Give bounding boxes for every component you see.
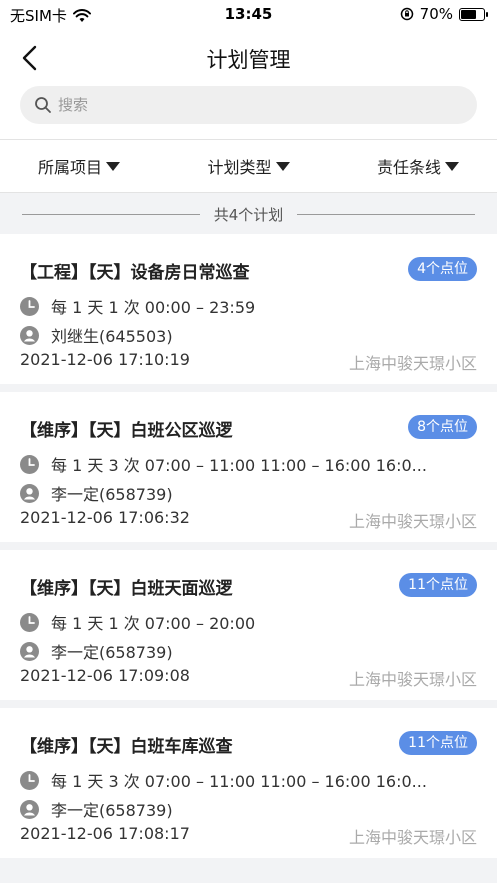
search-icon [35, 97, 51, 113]
person-icon [20, 483, 39, 503]
plan-frequency-row: 每 1 天 1 次 00:00 – 23:59 [20, 294, 480, 318]
plan-list: 【工程】【天】设备房日常巡查 4个点位 每 1 天 1 次 00:00 – 23… [0, 234, 497, 866]
plan-name: 【维序】【天】白班天面巡逻 [20, 579, 233, 599]
point-count-badge: 8个点位 [408, 415, 477, 439]
filter-bar: 所属项目 计划类型 责任条线 [0, 140, 497, 193]
plan-frequency: 每 1 天 1 次 00:00 – 23:59 [51, 298, 256, 317]
filter-plan-type[interactable]: 计划类型 [207, 154, 290, 178]
plan-frequency: 每 1 天 3 次 07:00 – 11:00 11:00 – 16:00 16… [51, 456, 427, 475]
plan-card[interactable]: 【维序】【天】白班公区巡逻 8个点位 每 1 天 3 次 07:00 – 11:… [0, 392, 497, 542]
plan-datetime: 2021-12-06 17:08:17 [20, 824, 190, 843]
plan-frequency-row: 每 1 天 3 次 07:00 – 11:00 11:00 – 16:00 16… [20, 452, 480, 476]
filter-responsibility[interactable]: 责任条线 [377, 154, 459, 178]
plan-area: 上海中骏天璟小区 [348, 354, 477, 373]
search-input[interactable] [58, 96, 438, 114]
plan-person: 刘继生(645503) [51, 327, 173, 346]
filter-project[interactable]: 所属项目 [38, 154, 121, 178]
plan-person: 李一定(658739) [51, 485, 173, 504]
search-bar[interactable] [20, 86, 477, 124]
filter-responsibility-label: 责任条线 [376, 158, 441, 177]
plan-name: 【工程】【天】设备房日常巡查 [20, 263, 250, 283]
clock-icon [20, 454, 39, 474]
person-icon [20, 641, 39, 661]
plan-person-row: 李一定(658739) [20, 639, 173, 663]
point-count-badge: 4个点位 [408, 257, 477, 281]
plan-person-row: 李一定(658739) [20, 797, 173, 821]
clock-icon [20, 296, 39, 316]
point-count-badge: 11个点位 [399, 731, 477, 755]
filter-project-label: 所属项目 [38, 158, 103, 177]
plan-datetime: 2021-12-06 17:10:19 [20, 350, 190, 369]
plan-count: 共4个计划 [213, 205, 284, 224]
point-count-badge: 11个点位 [399, 573, 477, 597]
plan-person: 李一定(658739) [51, 643, 173, 662]
divider-line [21, 213, 200, 215]
divider-line [297, 213, 476, 215]
plan-area: 上海中骏天璟小区 [348, 828, 477, 847]
plan-frequency: 每 1 天 3 次 07:00 – 11:00 11:00 – 16:00 16… [51, 772, 427, 791]
plan-frequency: 每 1 天 1 次 07:00 – 20:00 [51, 614, 256, 633]
clock-icon [20, 770, 39, 790]
plan-card[interactable]: 【维序】【天】白班天面巡逻 11个点位 每 1 天 1 次 07:00 – 20… [0, 550, 497, 700]
plan-card[interactable]: 【维序】【天】白班车库巡查 11个点位 每 1 天 3 次 07:00 – 11… [0, 708, 497, 858]
plan-datetime: 2021-12-06 17:06:32 [20, 508, 190, 527]
plan-name: 【维序】【天】白班公区巡逻 [20, 421, 233, 441]
battery-icon [459, 7, 488, 21]
person-icon [20, 325, 39, 345]
plan-datetime: 2021-12-06 17:09:08 [20, 666, 190, 685]
person-icon [20, 799, 39, 819]
dropdown-triangle-icon [275, 161, 290, 171]
plan-frequency-row: 每 1 天 1 次 07:00 – 20:00 [20, 610, 480, 634]
plan-person: 李一定(658739) [51, 801, 173, 820]
plan-person-row: 李一定(658739) [20, 481, 173, 505]
battery-percent: 70% [419, 5, 453, 23]
filter-plan-type-label: 计划类型 [207, 158, 272, 177]
status-right: 70% [400, 5, 488, 23]
nav-header: 计划管理 [0, 30, 497, 140]
dropdown-triangle-icon [444, 161, 459, 171]
plan-card[interactable]: 【工程】【天】设备房日常巡查 4个点位 每 1 天 1 次 00:00 – 23… [0, 234, 497, 384]
plan-count-divider: 共4个计划 [0, 194, 497, 234]
plan-area: 上海中骏天璟小区 [348, 670, 477, 689]
status-bar: 无SIM卡 13:45 70% [0, 0, 497, 30]
page-title: 计划管理 [206, 48, 291, 72]
plan-area: 上海中骏天璟小区 [348, 512, 477, 531]
plan-person-row: 刘继生(645503) [20, 323, 173, 347]
clock-icon [20, 612, 39, 632]
plan-name: 【维序】【天】白班车库巡查 [20, 737, 233, 757]
plan-frequency-row: 每 1 天 3 次 07:00 – 11:00 11:00 – 16:00 16… [20, 768, 480, 792]
dropdown-triangle-icon [106, 161, 121, 171]
orientation-lock-icon [400, 7, 413, 21]
